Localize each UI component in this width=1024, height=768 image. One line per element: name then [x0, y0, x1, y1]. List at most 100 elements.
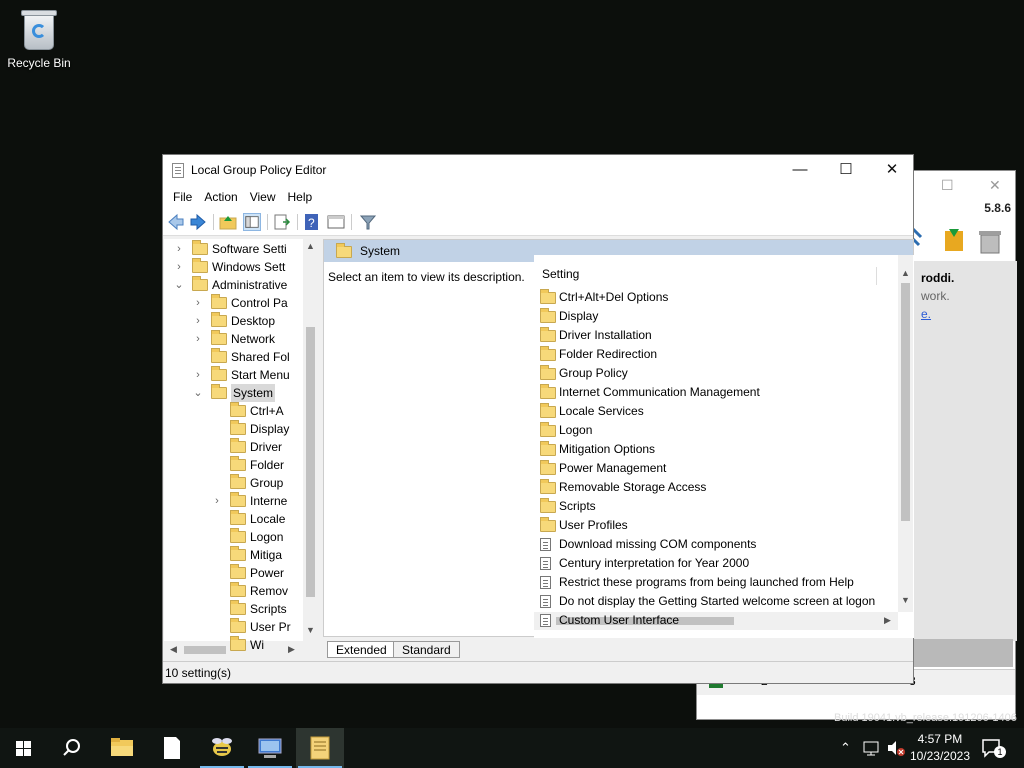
show-hidden-icons-chevron[interactable]: ⌃ [840, 740, 851, 756]
gpedit-taskbar-button[interactable] [296, 728, 344, 768]
tree-item[interactable]: › Interne [164, 492, 303, 510]
panel-link[interactable]: e. [921, 305, 1017, 323]
settings-list[interactable]: Setting ▲ ▼ ◀ ▶ Ctrl+Alt+Del OptionsDisp… [534, 255, 914, 638]
settings-folder-row[interactable]: Internet Communication Management [540, 383, 896, 402]
tree-item[interactable]: ⌄ System [164, 384, 303, 402]
computer-management-taskbar-button[interactable] [246, 728, 294, 768]
setting-column-header[interactable]: Setting [542, 267, 579, 281]
list-vertical-scrollbar[interactable]: ▲ ▼ [898, 255, 913, 612]
tree-item[interactable]: › Software Setti [164, 240, 303, 258]
expand-chevron-icon[interactable]: › [193, 366, 203, 384]
network-icon[interactable] [862, 739, 880, 757]
up-folder-icon[interactable] [219, 213, 237, 231]
background-close-icon[interactable]: ✕ [989, 177, 1001, 194]
settings-folder-row[interactable]: Mitigation Options [540, 440, 896, 459]
tree-scroll-thumb[interactable] [306, 327, 315, 597]
notepad-taskbar-button[interactable] [148, 728, 196, 768]
search-button[interactable] [48, 728, 96, 768]
volume-muted-icon[interactable] [886, 739, 906, 757]
collapse-chevron-icon[interactable]: ⌄ [193, 384, 203, 402]
tree-item[interactable]: Display [164, 420, 303, 438]
tree-item[interactable]: Power [164, 564, 303, 582]
tree-item[interactable]: Shared Fol [164, 348, 303, 366]
tree-item[interactable]: › Control Pa [164, 294, 303, 312]
settings-folder-row[interactable]: Power Management [540, 459, 896, 478]
expand-chevron-icon[interactable]: › [212, 492, 222, 510]
settings-folder-row[interactable]: Driver Installation [540, 326, 896, 345]
tree-pane[interactable]: ▲ ▼ ◀ ▶ › Software Setti › Windows Sett ⌄ Adm… [164, 239, 318, 659]
properties-view-icon[interactable] [327, 213, 345, 231]
tree-scroll-down-icon[interactable]: ▼ [306, 625, 315, 635]
menu-file[interactable]: File [167, 190, 198, 204]
column-divider[interactable] [876, 267, 877, 285]
settings-folder-row[interactable]: Logon [540, 421, 896, 440]
settings-folder-row[interactable]: Display [540, 307, 896, 326]
tree-item[interactable]: Group [164, 474, 303, 492]
tab-extended[interactable]: Extended [327, 641, 396, 658]
expand-chevron-icon[interactable]: › [193, 312, 203, 330]
group-policy-editor-window[interactable]: Local Group Policy Editor — ☐ ✕ File Act… [162, 154, 914, 684]
collapse-chevron-icon[interactable]: ⌄ [174, 276, 184, 294]
menu-view[interactable]: View [244, 190, 282, 204]
policy-setting-row[interactable]: Century interpretation for Year 2000 [540, 554, 896, 573]
tree-item[interactable]: Locale [164, 510, 303, 528]
settings-folder-row[interactable]: Folder Redirection [540, 345, 896, 364]
settings-folder-row[interactable]: Scripts [540, 497, 896, 516]
tree-item[interactable]: Folder [164, 456, 303, 474]
menu-help[interactable]: Help [282, 190, 319, 204]
system-clock[interactable]: 4:57 PM 10/23/2023 [910, 731, 970, 765]
settings-folder-row[interactable]: Locale Services [540, 402, 896, 421]
filter-icon[interactable] [359, 213, 377, 231]
expand-chevron-icon[interactable]: › [193, 330, 203, 348]
policy-setting-row[interactable]: Custom User Interface [540, 611, 896, 630]
tree-item[interactable]: Ctrl+A [164, 402, 303, 420]
list-scroll-down-icon[interactable]: ▼ [901, 595, 910, 605]
policy-setting-row[interactable]: Download missing COM components [540, 535, 896, 554]
setting-label: Mitigation Options [559, 442, 656, 456]
recycle-bin-desktop-icon[interactable]: Recycle Bin [6, 8, 72, 70]
menu-action[interactable]: Action [198, 190, 243, 204]
tree-scroll-up-icon[interactable]: ▲ [306, 241, 315, 251]
tree-item[interactable]: Driver [164, 438, 303, 456]
tree-item[interactable]: Logon [164, 528, 303, 546]
tree-item[interactable]: Remov [164, 582, 303, 600]
close-button[interactable]: ✕ [869, 155, 915, 186]
maximize-button[interactable]: ☐ [823, 155, 869, 186]
tree-item[interactable]: › Desktop [164, 312, 303, 330]
list-scroll-up-icon[interactable]: ▲ [901, 268, 910, 278]
policy-setting-row[interactable]: Do not display the Getting Started welco… [540, 592, 896, 611]
tree-item[interactable]: Mitiga [164, 546, 303, 564]
list-scroll-thumb[interactable] [901, 283, 910, 521]
settings-folder-row[interactable]: Removable Storage Access [540, 478, 896, 497]
start-button[interactable] [0, 728, 48, 768]
setting-label: Locale Services [559, 404, 644, 418]
file-explorer-taskbar-button[interactable] [98, 728, 146, 768]
show-hide-tree-icon[interactable] [243, 213, 261, 231]
tree-item[interactable]: ⌄ Administrative [164, 276, 303, 294]
settings-folder-row[interactable]: Ctrl+Alt+Del Options [540, 288, 896, 307]
minimize-button[interactable]: — [777, 155, 823, 186]
expand-chevron-icon[interactable]: › [174, 240, 184, 258]
back-arrow-icon[interactable] [167, 213, 185, 231]
settings-folder-row[interactable]: User Profiles [540, 516, 896, 535]
help-icon[interactable]: ? [303, 213, 321, 231]
bee-app-icon [212, 738, 232, 756]
tree-item[interactable]: › Start Menu [164, 366, 303, 384]
action-center-button[interactable]: 1 [980, 737, 1006, 759]
app-taskbar-button[interactable] [198, 728, 246, 768]
tree-item[interactable]: Scripts [164, 600, 303, 618]
forward-arrow-icon[interactable] [189, 213, 207, 231]
tree-item[interactable]: User Pr [164, 618, 303, 636]
expand-chevron-icon[interactable]: › [174, 258, 184, 276]
tree-vertical-scrollbar[interactable]: ▲ ▼ [303, 239, 318, 659]
tree-item[interactable]: › Windows Sett [164, 258, 303, 276]
titlebar[interactable]: Local Group Policy Editor — ☐ ✕ [163, 155, 913, 186]
tree-item[interactable]: Wi [164, 636, 303, 654]
policy-setting-row[interactable]: Restrict these programs from being launc… [540, 573, 896, 592]
settings-folder-row[interactable]: Group Policy [540, 364, 896, 383]
tab-standard[interactable]: Standard [393, 641, 460, 658]
export-list-icon[interactable] [273, 213, 291, 231]
expand-chevron-icon[interactable]: › [193, 294, 203, 312]
tree-item[interactable]: › Network [164, 330, 303, 348]
background-maximize-icon[interactable]: ☐ [941, 177, 954, 194]
